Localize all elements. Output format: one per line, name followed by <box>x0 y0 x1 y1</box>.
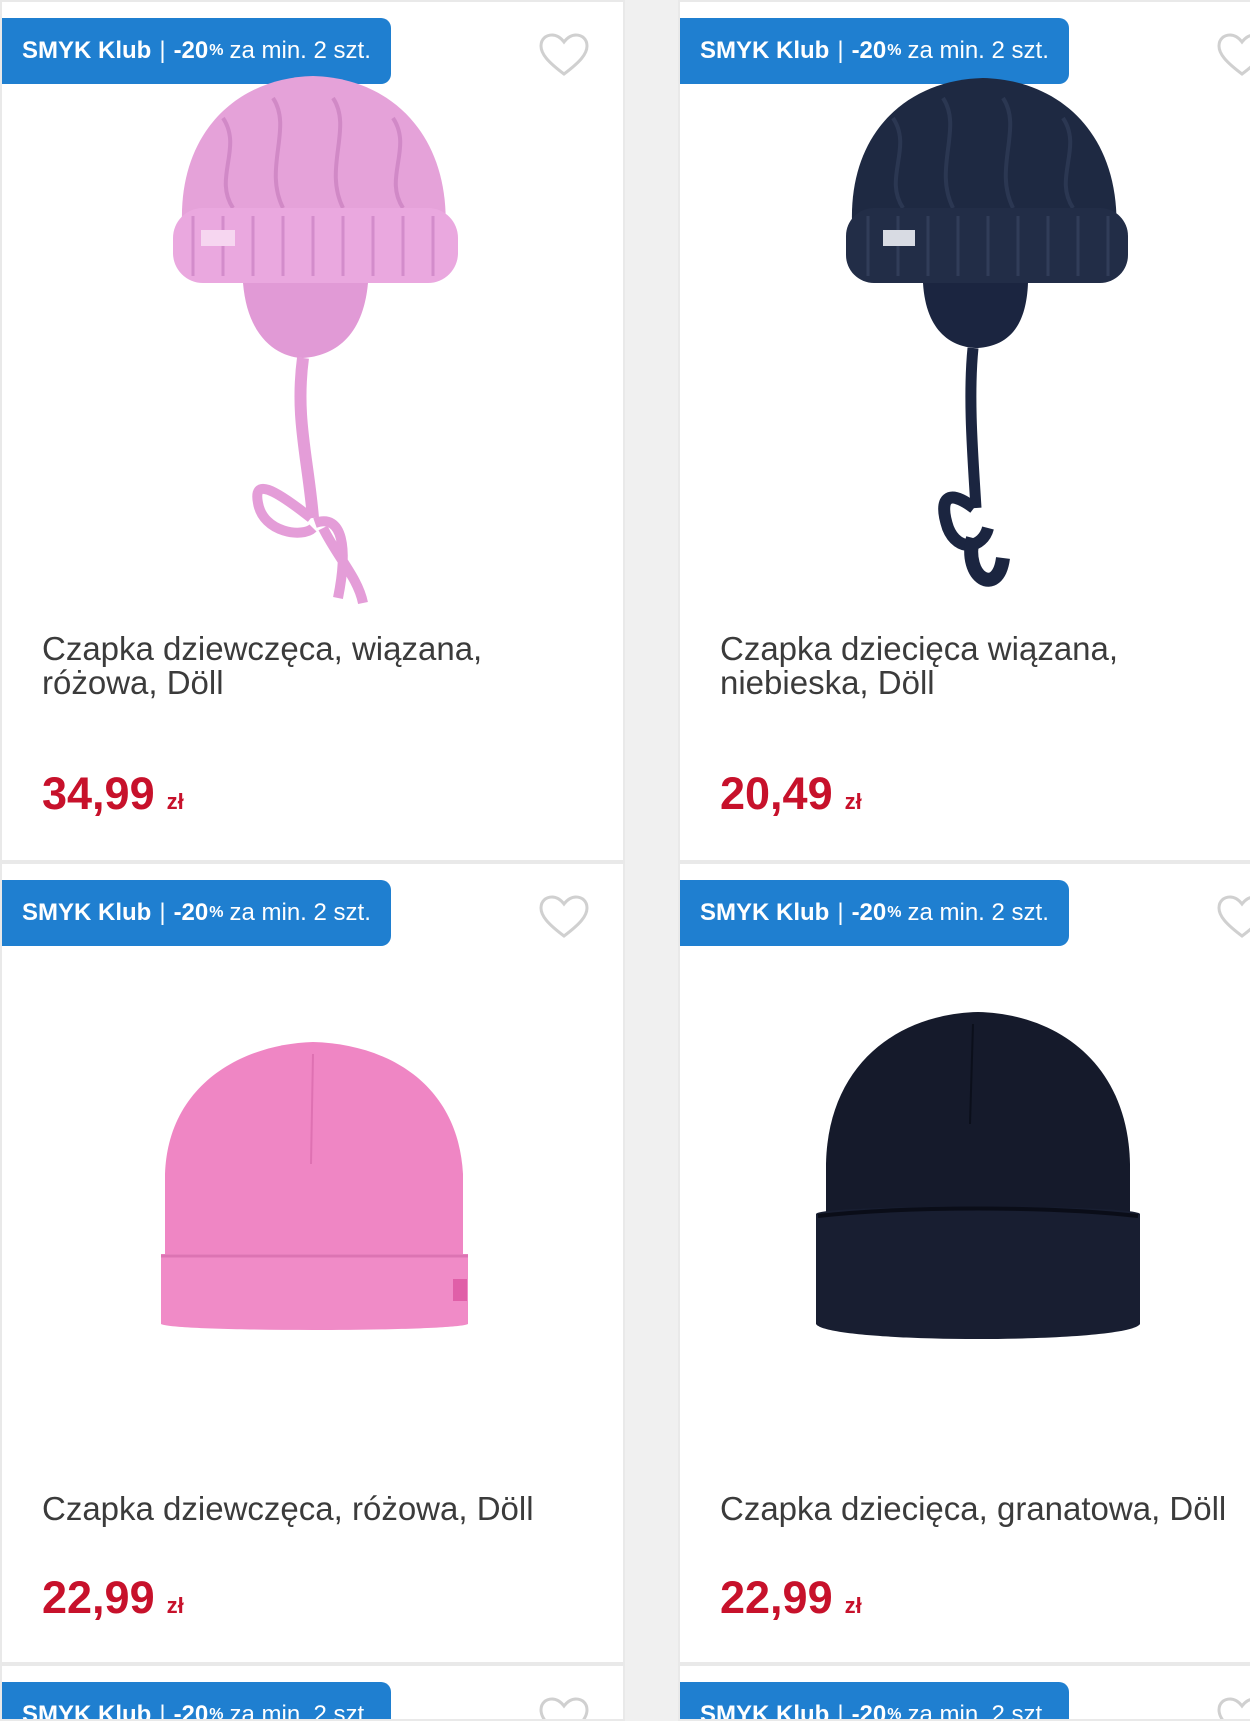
product-price: 34,99 zł <box>42 768 184 819</box>
favorite-heart-icon[interactable] <box>1216 894 1250 940</box>
favorite-heart-icon[interactable] <box>538 1696 590 1719</box>
product-card[interactable]: SMYK Klub | -20% za min. 2 szt. Czapka dzie… <box>678 0 1250 862</box>
product-title[interactable]: Czapka dziecięca, granatowa, Döll <box>720 1492 1246 1526</box>
product-price: 22,99 zł <box>42 1572 184 1623</box>
smyk-klub-promo-badge: SMYK Klub | -20% za min. 2 szt. <box>2 1682 391 1719</box>
smyk-klub-promo-badge: SMYK Klub | -20% za min. 2 szt. <box>680 880 1069 946</box>
product-title[interactable]: Czapka dziewczęca, różowa, Döll <box>42 1492 593 1526</box>
product-price: 22,99 zł <box>720 1572 862 1623</box>
product-image-navy-knit-tie-hat[interactable] <box>680 58 1250 618</box>
product-card[interactable]: SMYK Klub | -20% za min. 2 szt. Czapka dzie… <box>0 0 625 862</box>
product-title[interactable]: Czapka dziecięca wiązana, niebieska, Döl… <box>720 632 1246 700</box>
smyk-klub-promo-badge: SMYK Klub | -20% za min. 2 szt. <box>680 1682 1069 1719</box>
product-price: 20,49 zł <box>720 768 862 819</box>
product-image-pink-beanie[interactable] <box>2 964 623 1404</box>
product-image-pink-knit-tie-hat[interactable] <box>2 58 623 618</box>
product-card[interactable]: SMYK Klub | -20% za min. 2 szt. <box>0 1664 625 1721</box>
product-card[interactable]: SMYK Klub | -20% za min. 2 szt. <box>678 1664 1250 1721</box>
smyk-klub-promo-badge: SMYK Klub | -20% za min. 2 szt. <box>2 880 391 946</box>
favorite-heart-icon[interactable] <box>538 894 590 940</box>
product-card[interactable]: SMYK Klub | -20% za min. 2 szt. Czapka dzie… <box>678 862 1250 1664</box>
product-image-navy-beanie[interactable] <box>680 964 1250 1404</box>
product-card[interactable]: SMYK Klub | -20% za min. 2 szt. Czapka dzie… <box>0 862 625 1664</box>
favorite-heart-icon[interactable] <box>1216 1696 1250 1719</box>
product-title[interactable]: Czapka dziewczęca, wiązana, różowa, Döll <box>42 632 593 700</box>
